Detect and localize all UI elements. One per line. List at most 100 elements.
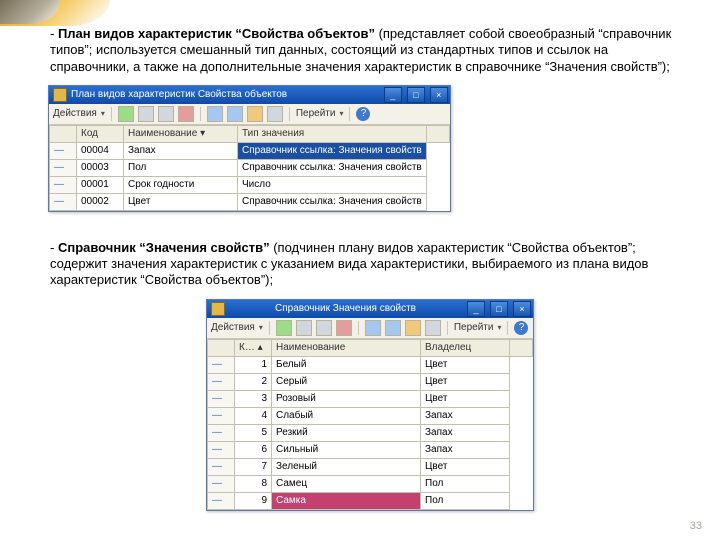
cell-code: 6 [235, 441, 272, 458]
chevron-down-icon: ▾ [339, 109, 343, 118]
para2-title: Справочник “Значения свойств” [58, 240, 270, 255]
cell-code: 4 [235, 407, 272, 424]
copy-icon[interactable] [316, 320, 332, 336]
table-row[interactable]: —9СамкаПол [208, 492, 533, 509]
cell-owner: Цвет [421, 373, 510, 390]
cell-type: Справочник ссылка: Значения свойств [238, 159, 427, 176]
add-icon[interactable] [118, 106, 134, 122]
slide-content: - План видов характеристик “Свойства объ… [50, 26, 690, 511]
table-row[interactable]: —3РозовыйЦвет [208, 390, 533, 407]
maximize-button[interactable]: □ [407, 87, 425, 103]
cell-owner: Пол [421, 475, 510, 492]
cell-owner: Цвет [421, 390, 510, 407]
cell-owner: Пол [421, 492, 510, 509]
cell-name: Белый [272, 356, 421, 373]
page-number: 33 [690, 520, 702, 532]
header-row: Код Наименование ▾ Тип значения [50, 125, 450, 142]
row-marker-icon: — [208, 390, 235, 407]
actions-menu[interactable]: Действия [53, 108, 97, 119]
titlebar[interactable]: Справочник Значения свойств _ □ × [207, 300, 533, 318]
table-row[interactable]: —00002ЦветСправочник ссылка: Значения св… [50, 193, 450, 210]
table-row[interactable]: —8СамецПол [208, 475, 533, 492]
cell-code: 00004 [77, 142, 124, 159]
table-row[interactable]: —00003ПолСправочник ссылка: Значения сво… [50, 159, 450, 176]
row-marker-icon: — [208, 458, 235, 475]
actions-menu[interactable]: Действия [211, 322, 255, 333]
close-button[interactable]: × [513, 301, 531, 317]
row-marker-icon: — [50, 193, 77, 210]
sort-icon[interactable] [227, 106, 243, 122]
cell-code: 5 [235, 424, 272, 441]
col-code[interactable]: К… ▴ [235, 339, 272, 356]
edit-icon[interactable] [138, 106, 154, 122]
grid-values[interactable]: К… ▴ Наименование Владелец —1БелыйЦвет—2… [207, 339, 533, 510]
paragraph-1: - План видов характеристик “Свойства объ… [50, 26, 690, 75]
table-row[interactable]: —1БелыйЦвет [208, 356, 533, 373]
col-name[interactable]: Наименование ▾ [124, 125, 238, 142]
help-icon[interactable]: ? [356, 107, 370, 121]
paragraph-2: - Справочник “Значения свойств” (подчине… [50, 240, 690, 289]
cell-type: Справочник ссылка: Значения свойств [238, 142, 427, 159]
chevron-down-icon: ▾ [101, 109, 105, 118]
close-button[interactable]: × [430, 87, 448, 103]
row-marker-icon: — [50, 142, 77, 159]
app-icon [53, 88, 67, 102]
filter-icon[interactable] [385, 320, 401, 336]
table-row[interactable]: —5РезкийЗапах [208, 424, 533, 441]
window-values: Справочник Значения свойств _ □ × Действ… [206, 299, 534, 511]
grid-plan-types[interactable]: Код Наименование ▾ Тип значения —00004За… [49, 125, 450, 211]
cell-code: 00001 [77, 176, 124, 193]
col-code[interactable]: Код [77, 125, 124, 142]
cell-code: 7 [235, 458, 272, 475]
cell-name: Зеленый [272, 458, 421, 475]
help-icon[interactable]: ? [514, 321, 528, 335]
col-type[interactable]: Тип значения [238, 125, 427, 142]
refresh-icon[interactable] [267, 106, 283, 122]
filter-icon[interactable] [207, 106, 223, 122]
scrollbar[interactable] [426, 125, 449, 142]
table-row[interactable]: —4СлабыйЗапах [208, 407, 533, 424]
row-marker-icon: — [208, 424, 235, 441]
copy-icon[interactable] [158, 106, 174, 122]
cell-name: Сильный [272, 441, 421, 458]
table-row[interactable]: —6СильныйЗапах [208, 441, 533, 458]
jump-menu[interactable]: Перейти [296, 108, 336, 119]
view-icon[interactable] [405, 320, 421, 336]
maximize-button[interactable]: □ [490, 301, 508, 317]
scrollbar[interactable] [510, 339, 533, 356]
cell-code: 3 [235, 390, 272, 407]
jump-menu[interactable]: Перейти [454, 322, 494, 333]
cell-name: Слабый [272, 407, 421, 424]
delete-icon[interactable] [336, 320, 352, 336]
minimize-button[interactable]: _ [384, 87, 402, 103]
cell-type: Справочник ссылка: Значения свойств [238, 193, 427, 210]
titlebar[interactable]: План видов характеристик Свойства объект… [49, 86, 450, 104]
cell-owner: Запах [421, 407, 510, 424]
row-marker-icon: — [208, 407, 235, 424]
table-row[interactable]: —00004ЗапахСправочник ссылка: Значения с… [50, 142, 450, 159]
add-icon[interactable] [276, 320, 292, 336]
cell-name: Цвет [124, 193, 238, 210]
delete-icon[interactable] [178, 106, 194, 122]
cell-name: Серый [272, 373, 421, 390]
para1-title: План видов характеристик “Свойства объек… [58, 26, 375, 41]
cell-owner: Запах [421, 441, 510, 458]
col-name[interactable]: Наименование [272, 339, 421, 356]
cell-owner: Цвет [421, 356, 510, 373]
cell-name: Срок годности [124, 176, 238, 193]
cell-code: 1 [235, 356, 272, 373]
header-row: К… ▴ Наименование Владелец [208, 339, 533, 356]
minimize-button[interactable]: _ [467, 301, 485, 317]
col-owner[interactable]: Владелец [421, 339, 510, 356]
table-row[interactable]: —00001Срок годностиЧисло [50, 176, 450, 193]
refresh-icon[interactable] [425, 320, 441, 336]
table-row[interactable]: —7ЗеленыйЦвет [208, 458, 533, 475]
row-marker-icon: — [208, 441, 235, 458]
hierarchy-icon[interactable] [365, 320, 381, 336]
view-icon[interactable] [247, 106, 263, 122]
app-icon [211, 302, 225, 316]
cell-name: Резкий [272, 424, 421, 441]
table-row[interactable]: —2СерыйЦвет [208, 373, 533, 390]
cell-name: Самец [272, 475, 421, 492]
edit-icon[interactable] [296, 320, 312, 336]
